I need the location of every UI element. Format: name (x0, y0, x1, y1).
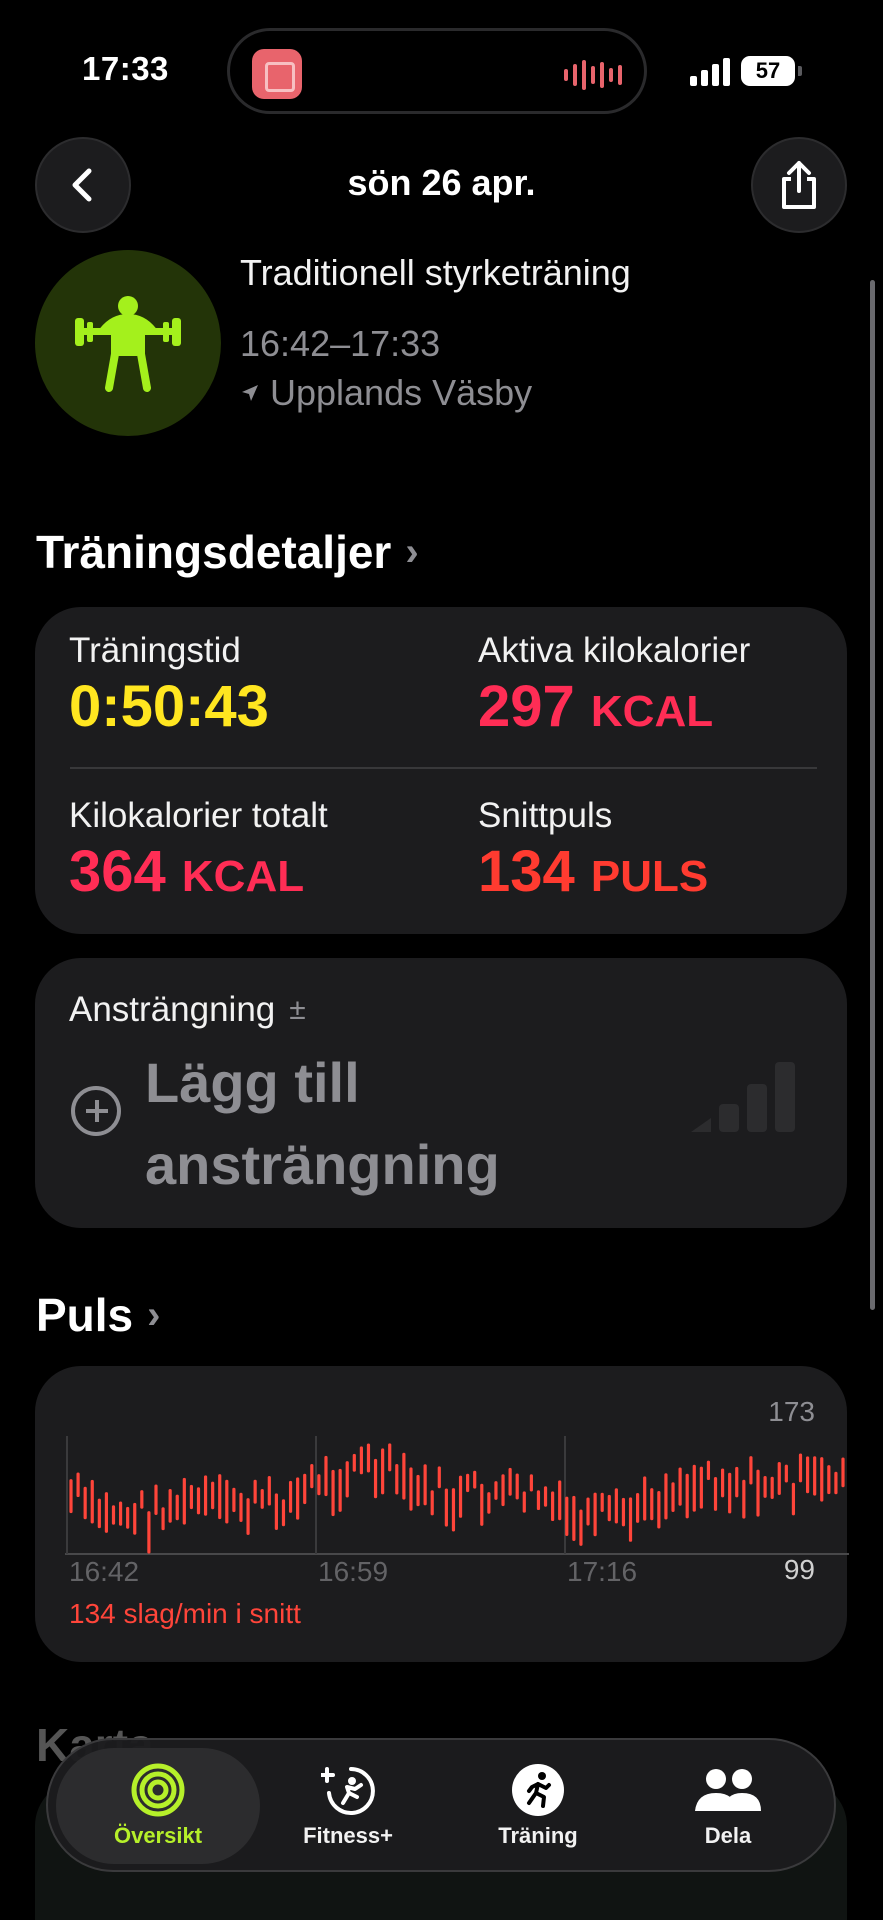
workout-name: Traditionell styrketräning (240, 252, 631, 293)
metric-total-kcal: Kilokalorier totalt 364 KCAL (69, 796, 328, 905)
tab-label: Översikt (113, 1823, 203, 1848)
hr-x-tick: 16:42 (69, 1556, 140, 1587)
hr-x-tick: 17:16 (567, 1556, 638, 1587)
metric-duration: Träningstid 0:50:43 (69, 631, 269, 740)
scrollbar[interactable] (870, 280, 875, 1310)
details-section-header[interactable]: Träningsdetaljer › (36, 525, 419, 579)
workout-runner-icon (512, 1764, 564, 1816)
hr-x-tick: 16:59 (318, 1556, 389, 1587)
fitness-plus-icon (321, 1767, 375, 1815)
hr-section-title: Puls (36, 1289, 134, 1341)
share-button[interactable] (751, 137, 847, 233)
tab-bar: Översikt Fitness+ Träning Dela (46, 1738, 836, 1872)
hr-chart (65, 1436, 849, 1555)
hr-average-text: 134 slag/min i snitt (69, 1598, 301, 1629)
effort-label: Ansträngning (69, 990, 276, 1029)
details-section-title: Träningsdetaljer (36, 526, 392, 578)
chevron-right-icon: › (405, 529, 419, 574)
workout-time-range: 16:42–17:33 (240, 323, 441, 364)
metric-label: Snittpuls (478, 796, 613, 835)
tab-label: Dela (704, 1823, 752, 1848)
workout-location[interactable]: Upplands Väsby (240, 372, 532, 414)
tab-overview[interactable]: Översikt (56, 1748, 260, 1864)
hr-card[interactable]: 173 16:42 16:59 17:16 99 134 slag/min i … (35, 1366, 849, 1662)
battery-level: 57 (755, 58, 781, 83)
divider (70, 767, 817, 769)
effort-level-icon (691, 1062, 795, 1132)
metric-label: Träningstid (69, 631, 241, 670)
metric-value: 0:50:43 (69, 674, 269, 739)
hr-section-header[interactable]: Puls › (36, 1288, 160, 1342)
tab-label: Fitness+ (303, 1823, 393, 1848)
people-icon (695, 1769, 761, 1811)
share-icon (782, 161, 816, 209)
add-effort-button[interactable]: Lägg till ansträngning (145, 1042, 585, 1206)
metric-label: Kilokalorier totalt (69, 796, 328, 835)
metric-value: 297 KCAL (478, 674, 714, 739)
chevron-right-icon: › (147, 1292, 161, 1337)
effort-card[interactable]: Ansträngning ± Lägg till ansträngning (35, 958, 847, 1228)
plus-minus-icon: ± (289, 993, 306, 1026)
add-circle-icon[interactable] (71, 1086, 121, 1136)
battery-icon: 57 (741, 56, 802, 86)
activity-rings-icon (131, 1763, 185, 1817)
dynamic-island[interactable] (227, 28, 647, 114)
live-activity-app-icon (252, 49, 302, 99)
tab-label: Träning (498, 1823, 578, 1848)
tab-fitness-plus[interactable]: Fitness+ (248, 1748, 448, 1864)
tab-workout[interactable]: Träning (438, 1748, 638, 1864)
metric-active-kcal: Aktiva kilokalorier 297 KCAL (478, 631, 750, 740)
tab-sharing[interactable]: Dela (628, 1748, 828, 1864)
metric-value: 134 PULS (478, 839, 709, 904)
audio-waveform-icon (564, 59, 622, 91)
hr-max-label: 173 (768, 1396, 815, 1427)
metric-label: Aktiva kilokalorier (478, 631, 751, 670)
cellular-signal-icon (690, 56, 730, 86)
metric-value: 364 KCAL (69, 839, 305, 904)
status-time: 17:33 (82, 50, 169, 87)
details-card[interactable]: Träningstid 0:50:43 Aktiva kilokalorier … (35, 607, 847, 934)
metric-avg-hr: Snittpuls 134 PULS (478, 796, 708, 905)
effort-label-row: Ansträngning ± (69, 990, 306, 1030)
location-label: Upplands Väsby (270, 372, 533, 413)
hr-min-label: 99 (783, 1554, 815, 1585)
location-arrow-icon (242, 385, 258, 401)
strength-training-icon (35, 250, 221, 436)
